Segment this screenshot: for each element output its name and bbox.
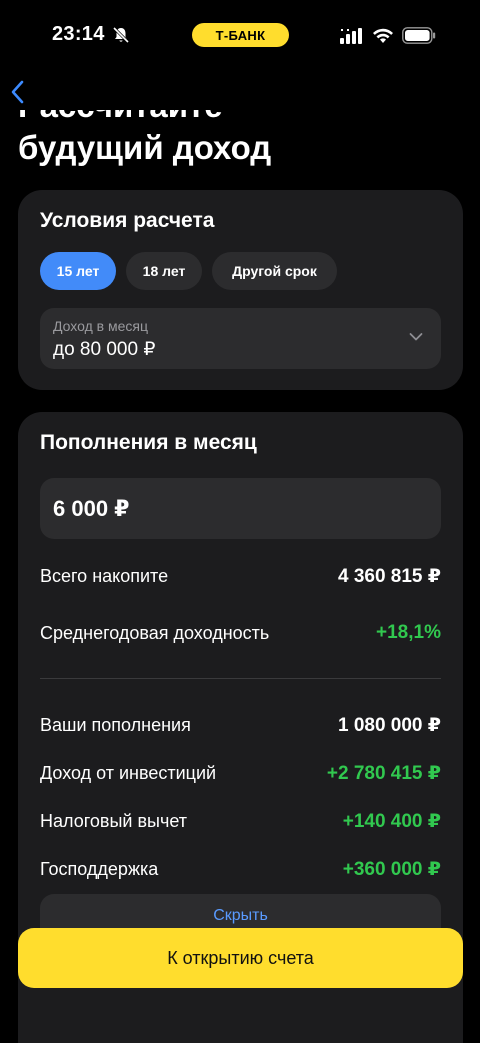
row-label: Господдержка	[40, 858, 159, 879]
chevron-left-icon[interactable]	[6, 78, 30, 106]
page-title: будущий доход	[18, 129, 272, 166]
income-label: Доход в месяц	[53, 318, 148, 334]
income-select[interactable]: Доход в месяц до 80 000 ₽	[40, 308, 441, 369]
row-value: +18,1%	[376, 622, 441, 643]
row-value: 4 360 815 ₽	[337, 565, 441, 587]
row-value: 1 080 000 ₽	[337, 714, 441, 736]
detail-row-tax-deduction: Налоговый вычет +140 400 ₽	[40, 808, 441, 834]
deposits-title: Пополнения в месяц	[40, 431, 257, 454]
income-value: до 80 000 ₽	[53, 339, 156, 360]
chevron-down-icon	[409, 333, 423, 341]
summary-row-total: Всего накопите 4 360 815 ₽	[40, 563, 441, 589]
conditions-title: Условия расчета	[40, 209, 215, 232]
detail-row-investment-income: Доход от инвестиций +2 780 415 ₽	[40, 760, 441, 786]
row-value: +2 780 415 ₽	[326, 762, 441, 784]
term-chip-other[interactable]: Другой срок	[212, 252, 337, 290]
deposit-amount-input[interactable]: 6 000 ₽	[40, 478, 441, 539]
detail-row-deposits: Ваши пополнения 1 080 000 ₽	[40, 712, 441, 738]
term-chip-18[interactable]: 18 лет	[126, 252, 202, 290]
conditions-card: Условия расчета 15 лет 18 лет Другой сро…	[18, 190, 463, 390]
row-label: Всего накопите	[40, 565, 169, 586]
row-value: +360 000 ₽	[342, 858, 441, 880]
summary-row-yield: Среднегодовая доходность +18,1%	[40, 620, 441, 646]
row-label: Налоговый вычет	[40, 810, 187, 831]
row-label: Доход от инвестиций	[40, 762, 217, 783]
battery-icon	[402, 27, 436, 44]
open-account-button[interactable]: К открытию счета	[18, 928, 463, 988]
row-value: +140 400 ₽	[342, 810, 441, 832]
page-title-partial: Рассчитайте	[18, 110, 458, 126]
bank-badge: Т-БАНК	[192, 23, 289, 47]
term-chips: 15 лет 18 лет Другой срок	[40, 252, 337, 290]
term-chip-15[interactable]: 15 лет	[40, 252, 116, 290]
row-label: Среднегодовая доходность	[40, 622, 270, 643]
wifi-icon	[373, 28, 393, 43]
row-label: Ваши пополнения	[40, 714, 191, 735]
bell-muted-icon	[112, 26, 130, 44]
deposit-amount-value: 6 000 ₽	[53, 496, 130, 521]
detail-row-state-support: Господдержка +360 000 ₽	[40, 856, 441, 882]
status-time: 23:14	[52, 23, 105, 45]
cellular-signal-icon	[340, 28, 362, 44]
divider	[40, 678, 441, 679]
status-bar: 23:14 Т-БАНК	[0, 0, 480, 70]
